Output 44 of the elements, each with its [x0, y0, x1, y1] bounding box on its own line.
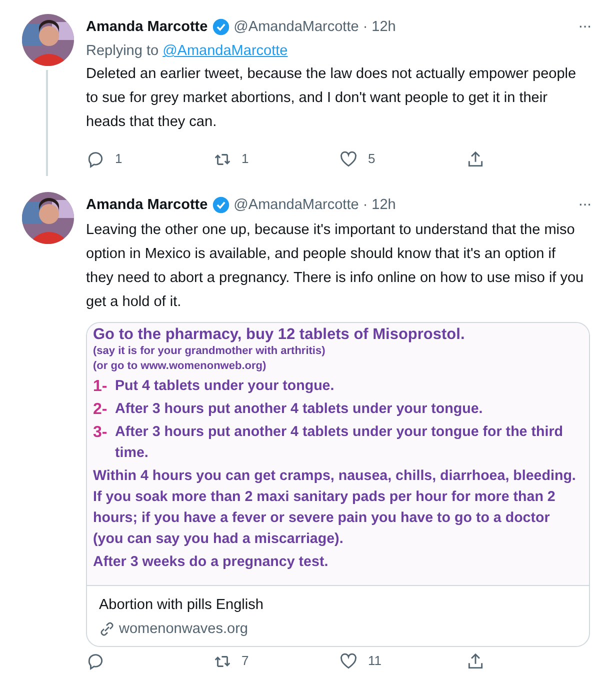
- step-text: Put 4 tablets under your tongue.: [115, 377, 334, 396]
- heart-icon: [339, 150, 358, 168]
- step-text: After 3 hours put another 4 tablets under your tongue.: [115, 400, 483, 419]
- reply-button[interactable]: 1: [86, 149, 212, 169]
- handle[interactable]: @AmandaMarcotte: [234, 16, 359, 38]
- image-paragraph: After 3 weeks do a pregnancy test.: [93, 553, 330, 572]
- count: 7: [242, 652, 249, 670]
- more-button[interactable]: ···: [577, 14, 592, 40]
- heart-icon: [339, 652, 358, 670]
- author-name[interactable]: Amanda Marcotte: [86, 16, 208, 38]
- like-button[interactable]: 11: [339, 651, 466, 671]
- step-number: 2-: [93, 400, 108, 420]
- count: 11: [368, 652, 382, 670]
- reply-icon: [86, 150, 105, 168]
- count: 1: [242, 150, 249, 168]
- step-number: 1-: [93, 377, 108, 397]
- more-button[interactable]: ···: [577, 192, 592, 218]
- retweet-button[interactable]: 1: [212, 149, 339, 169]
- timestamp[interactable]: · 12h: [362, 16, 396, 38]
- step-number: 3-: [93, 423, 108, 443]
- tweet-text: Deleted an earlier tweet, because the law does not actually empower people to sue for grey market abortions, and I don't want people to get it in their heads that they can.: [86, 65, 578, 132]
- like-button[interactable]: 5: [339, 149, 466, 169]
- timestamp[interactable]: · 12h: [362, 194, 396, 216]
- image-heading: Go to the pharmacy, buy 12 tablets of Misoprostol.: [93, 325, 466, 344]
- count: 1: [115, 150, 122, 168]
- card-title: Abortion with pills English: [99, 596, 264, 615]
- handle[interactable]: @AmandaMarcotte: [234, 194, 359, 216]
- image-note: (say it is for your grandmother with arthritis): [93, 344, 326, 359]
- step-text: After 3 hours put another 4 tablets under your tongue for the third time.: [115, 423, 564, 463]
- avatar: [22, 14, 74, 66]
- share-icon: [466, 150, 484, 168]
- reply-context: Replying to @AmandaMarcotte: [86, 42, 289, 61]
- avatar: [22, 192, 74, 244]
- image-paragraph: Within 4 hours you can get cramps, nausea, chills, diarrhoea, bleeding. If you soak more than 2 maxi sanitary pads per hour for more than 2 hours; if you have a fever or severe pain you have to go to a doctor (you can say you had a miscarriage).: [93, 467, 577, 549]
- author-name[interactable]: Amanda Marcotte: [86, 194, 208, 216]
- link-icon: [99, 621, 115, 637]
- retweet-button[interactable]: 7: [212, 651, 339, 671]
- reply-icon: [86, 652, 105, 670]
- card-domain: womenonwaves.org: [119, 620, 248, 639]
- link-card[interactable]: [86, 322, 590, 647]
- image-note: (or go to www.womenonweb.org): [93, 359, 268, 374]
- tweet-text: Leaving the other one up, because it's important to understand that the miso option in Mexico is available, and people should know that it's an option if they need to abort a pregnancy. There is info online on how to use miso if you get a hold of it.: [86, 221, 585, 312]
- count: 5: [368, 150, 376, 168]
- share-icon: [466, 652, 484, 670]
